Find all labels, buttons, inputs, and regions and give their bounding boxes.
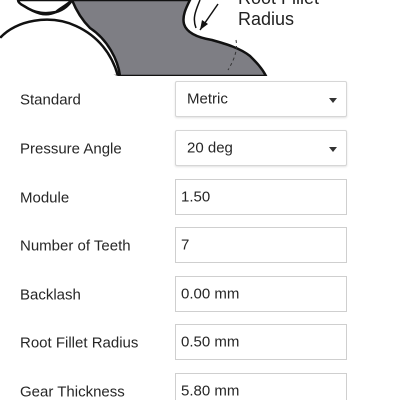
number-of-teeth-label: Number of Teeth xyxy=(20,237,131,255)
pressure-angle-label: Pressure Angle xyxy=(20,140,122,158)
module-input[interactable]: 1.50 xyxy=(175,179,347,215)
spur-gear-dialog: Root Fillet Radius Standard Metric Press… xyxy=(0,0,400,400)
gear-thickness-label: Gear Thickness xyxy=(20,383,125,400)
chevron-down-icon xyxy=(329,147,337,152)
pressure-angle-value: 20 deg xyxy=(187,139,233,157)
module-value: 1.50 xyxy=(181,188,211,206)
root-fillet-radius-label: Root Fillet Radius xyxy=(20,334,139,352)
root-fillet-radius-input[interactable]: 0.50 mm xyxy=(175,324,347,360)
radius-annotation: Radius xyxy=(238,9,295,29)
gear-preview-image: Root Fillet Radius xyxy=(0,0,400,76)
standard-dropdown[interactable]: Metric xyxy=(175,81,347,117)
number-of-teeth-input[interactable]: 7 xyxy=(175,227,347,263)
chevron-down-icon xyxy=(329,98,337,103)
pressure-angle-row: Pressure Angle 20 deg xyxy=(0,130,400,168)
backlash-label: Backlash xyxy=(20,286,81,304)
gear-thickness-row: Gear Thickness 5.80 mm xyxy=(0,373,400,400)
root-fillet-radius-value: 0.50 mm xyxy=(181,333,240,351)
number-of-teeth-value: 7 xyxy=(181,236,190,254)
backlash-input[interactable]: 0.00 mm xyxy=(175,276,347,312)
gear-thickness-value: 5.80 mm xyxy=(181,382,240,400)
number-of-teeth-row: Number of Teeth 7 xyxy=(0,227,400,265)
pressure-angle-dropdown[interactable]: 20 deg xyxy=(175,130,347,166)
module-row: Module 1.50 xyxy=(0,179,400,217)
backlash-value: 0.00 mm xyxy=(181,285,240,303)
gear-thickness-input[interactable]: 5.80 mm xyxy=(175,373,347,400)
root-fillet-annotation: Root Fillet xyxy=(238,0,319,8)
root-fillet-radius-row: Root Fillet Radius 0.50 mm xyxy=(0,324,400,362)
module-label: Module xyxy=(20,189,70,207)
standard-row: Standard Metric xyxy=(0,81,400,119)
gear-diagram xyxy=(0,0,400,76)
backlash-row: Backlash 0.00 mm xyxy=(0,276,400,314)
standard-value: Metric xyxy=(187,90,228,108)
standard-label: Standard xyxy=(20,91,81,109)
